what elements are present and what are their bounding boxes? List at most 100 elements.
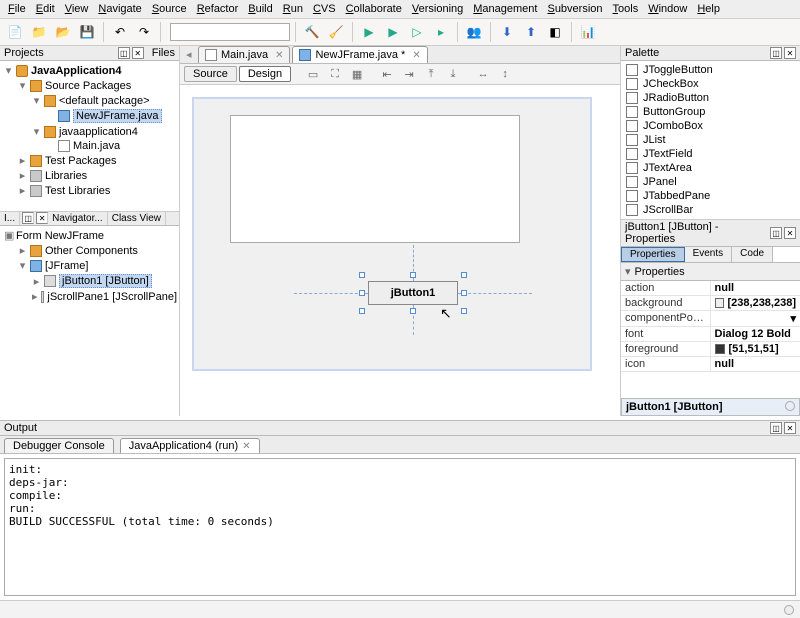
palette-item-buttongroup[interactable]: ButtonGroup (623, 105, 798, 119)
menu-cvs[interactable]: CVS (309, 2, 340, 16)
redo-icon[interactable]: ↷ (133, 21, 155, 43)
files-tab[interactable]: Files (152, 47, 175, 59)
properties-section[interactable]: ▾Properties (621, 263, 800, 281)
menu-refactor[interactable]: Refactor (193, 2, 243, 16)
close-icon[interactable]: ✕ (784, 227, 796, 239)
menu-window[interactable]: Window (644, 2, 691, 16)
menu-run[interactable]: Run (279, 2, 307, 16)
align-top-icon[interactable]: ⤒ (421, 65, 441, 83)
palette-title: Palette ◫✕ (621, 46, 800, 61)
palette-list[interactable]: JToggleButtonJCheckBoxJRadioButtonButton… (621, 61, 800, 219)
tab-newjframe[interactable]: NewJFrame.java *✕ (292, 46, 427, 63)
tab-scroll-left-icon[interactable]: ◂ (186, 46, 198, 63)
nav-node-jbutton[interactable]: jButton1 [JButton] (59, 274, 152, 288)
prop-row-font[interactable]: fontDialog 12 Bold (621, 327, 800, 342)
projects-tab[interactable]: Projects (4, 47, 44, 59)
palette-item-jradiobutton[interactable]: JRadioButton (623, 91, 798, 105)
new-file-icon[interactable]: 📄 (4, 21, 26, 43)
palette-item-jtabbedpane[interactable]: JTabbedPane (623, 189, 798, 203)
prop-row-action[interactable]: actionnull (621, 281, 800, 296)
menu-source[interactable]: Source (148, 2, 191, 16)
menu-tools[interactable]: Tools (609, 2, 643, 16)
new-project-icon[interactable]: 📁 (28, 21, 50, 43)
properties-tab[interactable]: Properties (621, 247, 685, 262)
profile-icon[interactable]: 📊 (577, 21, 599, 43)
close-icon[interactable]: ✕ (784, 422, 796, 434)
resize-h-icon[interactable]: ↔ (473, 65, 493, 83)
palette-item-jlist[interactable]: JList (623, 133, 798, 147)
menu-edit[interactable]: Edit (32, 2, 59, 16)
palette-item-jpanel[interactable]: JPanel (623, 175, 798, 189)
properties-title: jButton1 [JButton] - Properties ◫✕ (621, 220, 800, 247)
align-right-icon[interactable]: ⇥ (399, 65, 419, 83)
navigator-tabs: I... ◫✕ Navigator... Class View (0, 212, 179, 226)
close-icon[interactable]: ✕ (412, 50, 420, 61)
close-icon[interactable]: ✕ (275, 50, 283, 61)
align-left-icon[interactable]: ⇤ (377, 65, 397, 83)
palette-item-jtextarea[interactable]: JTextArea (623, 161, 798, 175)
close-icon[interactable]: ✕ (784, 47, 796, 59)
cvs-update-icon[interactable]: ⬇ (496, 21, 518, 43)
main-toolbar: 📄 📁 📂 💾 ↶ ↷ 🔨 🧹 ▶ ▶ ▷ ▸ 👥 ⬇ ⬆ ◧ 📊 (0, 19, 800, 46)
close-icon[interactable]: ✕ (242, 441, 250, 452)
palette-item-jcombobox[interactable]: JComboBox (623, 119, 798, 133)
palette-item-jcheckbox[interactable]: JCheckBox (623, 77, 798, 91)
prop-row-componentPopupMenu[interactable]: componentPopupMenu▾ (621, 311, 800, 327)
minimize-icon[interactable]: ◫ (770, 422, 782, 434)
palette-item-jscrollbar[interactable]: JScrollBar (623, 203, 798, 217)
prop-row-icon[interactable]: iconnull (621, 357, 800, 372)
resize-v-icon[interactable]: ↕ (495, 65, 515, 83)
minimize-icon[interactable]: ◫ (770, 47, 782, 59)
menu-navigate[interactable]: Navigate (94, 2, 145, 16)
collab-icon[interactable]: 👥 (463, 21, 485, 43)
undo-icon[interactable]: ↶ (109, 21, 131, 43)
prop-row-background[interactable]: background[238,238,238] (621, 296, 800, 311)
connection-mode-icon[interactable]: ⛶ (325, 65, 345, 83)
minimize-icon[interactable]: ◫ (118, 47, 130, 59)
menu-collaborate[interactable]: Collaborate (342, 2, 406, 16)
cvs-diff-icon[interactable]: ◧ (544, 21, 566, 43)
cvs-commit-icon[interactable]: ⬆ (520, 21, 542, 43)
open-icon[interactable]: 📂 (52, 21, 74, 43)
properties-grid[interactable]: actionnullbackground[238,238,238]compone… (621, 281, 800, 398)
tree-node-newjframe[interactable]: NewJFrame.java (73, 109, 162, 123)
preview-icon[interactable]: ▦ (347, 65, 367, 83)
debugger-console-tab[interactable]: Debugger Console (4, 438, 114, 453)
nav-min-icon[interactable]: ◫ (22, 212, 34, 224)
project-tree[interactable]: ▾JavaApplication4 ▾Source Packages ▾<def… (0, 61, 179, 211)
close-icon[interactable]: ✕ (132, 47, 144, 59)
run-icon[interactable]: ▶ (382, 21, 404, 43)
palette-item-jtextfield[interactable]: JTextField (623, 147, 798, 161)
debug-icon[interactable]: ▶ (358, 21, 380, 43)
save-all-icon[interactable]: 💾 (76, 21, 98, 43)
run-output-tab[interactable]: JavaApplication4 (run)✕ (120, 438, 260, 453)
navigator-tree[interactable]: ▣Form NewJFrame ▸Other Components ▾[JFra… (0, 226, 179, 306)
console-output[interactable]: init: deps-jar: compile: run: BUILD SUCC… (4, 458, 796, 596)
menu-subversion[interactable]: Subversion (543, 2, 606, 16)
menu-view[interactable]: View (61, 2, 93, 16)
search-input[interactable] (170, 23, 290, 41)
clean-build-icon[interactable]: 🧹 (325, 21, 347, 43)
code-tab[interactable]: Code (732, 247, 773, 262)
menu-versioning[interactable]: Versioning (408, 2, 467, 16)
prop-row-foreground[interactable]: foreground[51,51,51] (621, 342, 800, 357)
events-tab[interactable]: Events (685, 247, 733, 262)
menu-management[interactable]: Management (469, 2, 541, 16)
build-icon[interactable]: 🔨 (301, 21, 323, 43)
attach-icon[interactable]: ▸ (430, 21, 452, 43)
menu-file[interactable]: File (4, 2, 30, 16)
menu-help[interactable]: Help (693, 2, 724, 16)
jframe-design[interactable]: jButton1 (192, 97, 592, 371)
design-button[interactable]: Design (239, 66, 291, 82)
selection-mode-icon[interactable]: ▭ (303, 65, 323, 83)
design-canvas[interactable]: jButton1 ↖ (180, 85, 620, 416)
minimize-icon[interactable]: ◫ (770, 227, 782, 239)
menu-build[interactable]: Build (244, 2, 276, 16)
palette-item-jtogglebutton[interactable]: JToggleButton (623, 63, 798, 77)
source-button[interactable]: Source (184, 66, 237, 82)
align-bottom-icon[interactable]: ⤓ (443, 65, 463, 83)
tab-main-java[interactable]: Main.java✕ (198, 46, 290, 63)
run-main-icon[interactable]: ▷ (406, 21, 428, 43)
nav-close-icon[interactable]: ✕ (36, 212, 48, 224)
jscrollpane-design[interactable] (230, 115, 520, 243)
